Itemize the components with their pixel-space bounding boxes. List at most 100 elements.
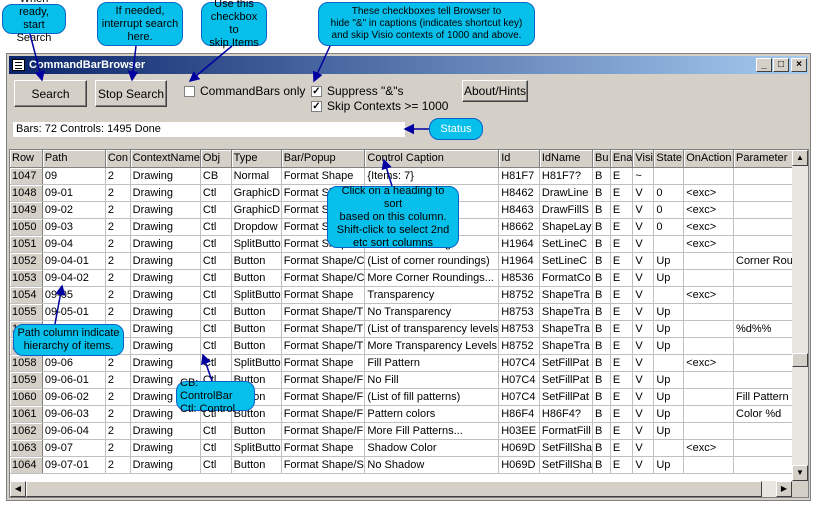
suppress-ampersand-checkbox[interactable]: ✓ Suppress "&"s [311,84,404,98]
commandbar-browser-window: CommandBarBrowser _ □ × Search Stop Sear… [6,53,811,501]
stop-search-button[interactable]: Stop Search [95,80,167,107]
table-row[interactable]: 1052 09-04-01 2 Drawing Ctl Button Format Shap… [10,252,808,270]
table-cell: 0 [653,184,685,202]
table-row[interactable]: 1055 09-05-01 2 Drawing Ctl Button Format Shap… [10,303,808,321]
table-cell [683,456,734,474]
column-header[interactable]: Con [105,150,131,168]
column-header[interactable]: OnAction [683,150,734,168]
app-icon [12,59,25,71]
callout-stop-search: If needed, interrupt search here. [97,2,183,46]
table-row[interactable]: 1047 09 2 Drawing CB Normal Format Shape {Items… [10,167,808,185]
table-row[interactable]: 1054 09-05 2 Drawing Ctl SplitButto Format Sha… [10,286,808,304]
table-row[interactable]: 106009-06-022DrawingCtlButtonFormat Shap… [10,388,808,406]
column-header[interactable]: Visi [632,150,655,168]
table-cell: B [592,405,611,423]
table-cell [683,320,734,338]
table-cell: E [610,405,634,423]
table-cell: Ctl [200,218,232,236]
minimize-icon[interactable]: _ [756,58,772,72]
column-header[interactable]: Bar/Popup [281,150,366,168]
vertical-scrollbar[interactable]: ▲ ▼ [792,150,808,481]
column-header[interactable]: IdName [539,150,594,168]
table-cell: ~ [632,167,655,185]
table-row[interactable]: 1053 09-04-02 2 Drawing Ctl Button Format Shap… [10,269,808,287]
column-header[interactable]: Ena [610,150,634,168]
table-cell: H8536 [498,269,540,287]
scroll-up-icon[interactable]: ▲ [792,150,808,166]
close-icon[interactable]: × [791,58,807,72]
table-cell: Ctl [200,201,232,219]
column-header[interactable]: Id [498,150,540,168]
table-row[interactable]: 105709-05-032DrawingCtlButtonFormat Shap… [10,337,808,355]
status-bar: Bars: 72 Controls: 1495 Done [13,122,405,137]
table-cell: 2 [105,388,131,406]
horizontal-scroll-thumb[interactable] [26,481,762,497]
table-row[interactable]: 1062 09-06-04 2 Drawing Ctl Button Format Shap… [10,422,808,440]
suppress-check-box[interactable]: ✓ [311,85,322,97]
horizontal-scrollbar[interactable]: ◀ ▶ [10,481,792,497]
table-cell: Format Shape [281,439,366,457]
table-cell: H07C4 [498,388,540,406]
table-cell: SplitButto [231,286,282,304]
search-button[interactable]: Search [14,80,87,107]
table-cell: H8753 [498,303,540,321]
column-header[interactable]: State [653,150,685,168]
table-cell: More Fill Patterns... [364,422,500,440]
table-row[interactable]: 1064 09-07-01 2 Drawing Ctl Button Format Shap… [10,456,808,474]
column-header[interactable]: Row [10,150,43,168]
table-cell: Format Shape/S [281,456,366,474]
table-cell: Ctl [200,354,232,372]
table-row[interactable]: 1059 09-06-01 2 Drawing Ctl Button Format Shap… [10,371,808,389]
column-header[interactable]: Bu [592,150,611,168]
table-cell: Drawing [130,303,201,321]
table-cell: 09-04-02 [42,269,106,287]
table-cell: Ctl [200,184,232,202]
maximize-icon[interactable]: □ [773,58,789,72]
table-cell: 09-06-01 [42,371,106,389]
table-cell: B [592,252,611,270]
table-row[interactable]: 1058 09-06 2 Drawing Ctl SplitButto Format Sha… [10,354,808,372]
skip-check-box[interactable]: ✓ [311,100,322,112]
column-header[interactable]: Obj [200,150,232,168]
table-cell: No Transparency [364,303,500,321]
table-cell: Drawing [130,235,201,253]
table-row[interactable]: 1063 09-07 2 Drawing Ctl SplitButto Format Sha… [10,439,808,457]
table-cell: 09-06 [42,354,106,372]
table-cell: Button [231,320,282,338]
table-cell: B [592,303,611,321]
table-cell: H03EE [498,422,540,440]
column-header[interactable]: Type [231,150,282,168]
column-header[interactable]: Control Caption [364,150,500,168]
table-cell: Drawing [130,269,201,287]
table-cell: Drawing [130,456,201,474]
commandbars-only-box[interactable] [184,85,195,97]
table-row[interactable]: 1061 09-06-03 2 Drawing Ctl Button Format Shap… [10,405,808,423]
table-cell: B [592,337,611,355]
table-cell: 09-02 [42,201,106,219]
column-header[interactable]: ContextName [130,150,201,168]
table-cell: 09-05 [42,286,106,304]
callout-sort-heading: Click on a heading to sort based on this… [327,185,459,249]
table-cell: H81F7 [498,167,540,185]
callout-start-search: When ready, start Search [2,0,66,44]
table-cell: 09-06-02 [42,388,106,406]
table-row[interactable]: 105609-05-022DrawingCtlButtonFormat Shap… [10,320,808,338]
scroll-left-icon[interactable]: ◀ [10,481,26,497]
table-cell: H07C4 [498,371,540,389]
column-header[interactable]: Path [42,150,106,168]
row-number: 1063 [10,439,43,457]
table-cell: <exc> [683,201,734,219]
table-cell: ShapeTra [539,320,594,338]
table-cell [683,303,734,321]
skip-contexts-checkbox[interactable]: ✓ Skip Contexts >= 1000 [311,99,448,113]
table-cell: 0 [653,201,685,219]
scroll-down-icon[interactable]: ▼ [792,465,808,481]
commandbars-only-checkbox[interactable]: CommandBars only [184,84,305,98]
vertical-scroll-thumb[interactable] [792,353,808,367]
table-cell: B [592,388,611,406]
about-hints-button[interactable]: About/Hints [462,80,528,102]
table-cell: ShapeLay [539,218,594,236]
scroll-right-icon[interactable]: ▶ [776,481,792,497]
table-cell: B [592,218,611,236]
table-cell: E [610,337,634,355]
